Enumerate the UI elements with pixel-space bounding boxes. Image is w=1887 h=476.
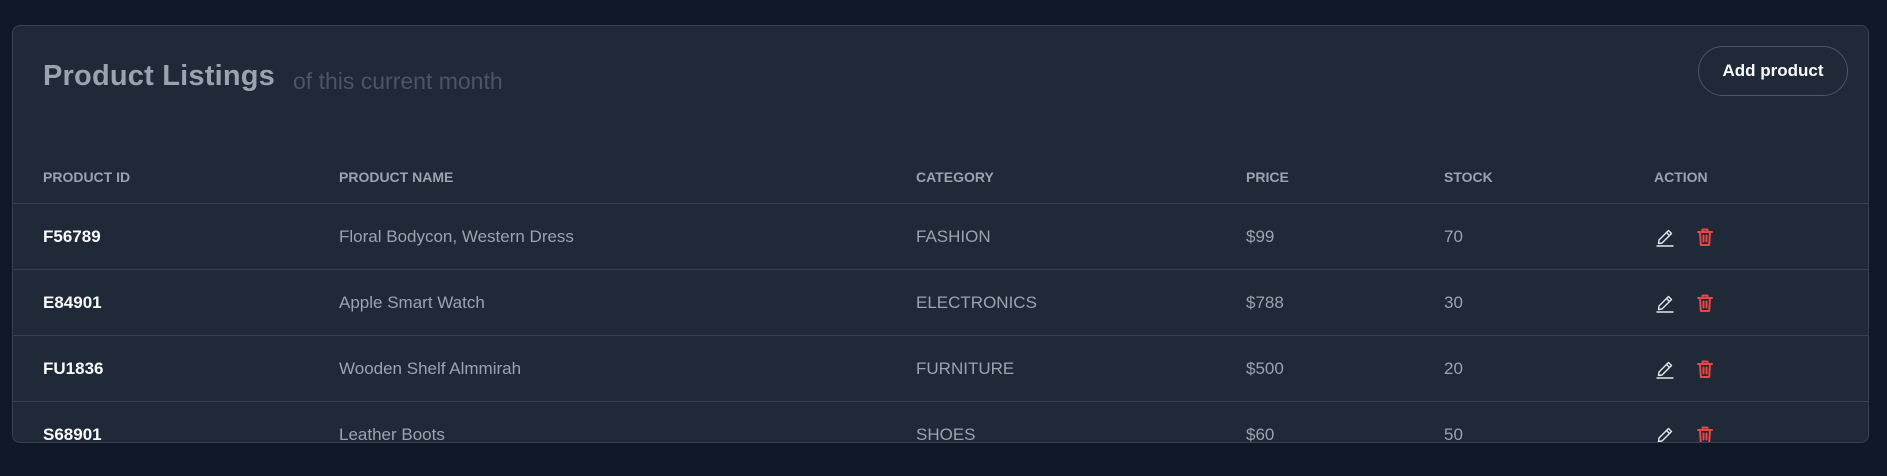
product-listings-card: Product Listings of this current month A… bbox=[12, 25, 1869, 443]
action-cell bbox=[1654, 335, 1868, 402]
column-header-product-id[interactable]: PRODUCT ID bbox=[13, 151, 339, 204]
trash-icon[interactable] bbox=[1694, 292, 1716, 314]
column-header-category[interactable]: CATEGORY bbox=[916, 151, 1246, 204]
card-header: Product Listings of this current month A… bbox=[43, 26, 1848, 156]
category-cell: FASHION bbox=[916, 203, 1246, 270]
price-cell: $99 bbox=[1246, 203, 1444, 270]
stock-cell: 50 bbox=[1444, 424, 1463, 443]
price-cell: $60 bbox=[1246, 424, 1275, 443]
category-cell: FURNITURE bbox=[916, 335, 1246, 402]
product-id-cell: F56789 bbox=[13, 203, 339, 270]
table-header-row: PRODUCT ID PRODUCT NAME CATEGORY PRICE S… bbox=[13, 151, 1868, 204]
row-actions bbox=[1654, 292, 1868, 314]
price-cell: $500 bbox=[1246, 335, 1444, 402]
table-row: E84901 Apple Smart Watch ELECTRONICS $78… bbox=[13, 269, 1868, 336]
row-actions bbox=[1654, 226, 1868, 248]
pencil-icon[interactable] bbox=[1654, 358, 1676, 380]
product-id-cell: E84901 bbox=[13, 269, 339, 336]
action-cell bbox=[1654, 402, 1868, 443]
row-actions bbox=[1654, 424, 1868, 443]
table-row: S68901 Leather Boots SHOES $60 50 bbox=[13, 402, 1868, 443]
stock-cell: 30 bbox=[1444, 269, 1654, 336]
add-product-button[interactable]: Add product bbox=[1698, 46, 1848, 96]
table-row: FU1836 Wooden Shelf Almmirah FURNITURE $… bbox=[13, 335, 1868, 402]
product-name-cell: Wooden Shelf Almmirah bbox=[339, 335, 916, 402]
page-subtitle: of this current month bbox=[293, 68, 503, 94]
product-name-cell: Apple Smart Watch bbox=[339, 269, 916, 336]
page-title: Product Listings bbox=[43, 60, 275, 92]
price-cell: $788 bbox=[1246, 269, 1444, 336]
stock-cell: 70 bbox=[1444, 203, 1654, 270]
product-id-cell: S68901 bbox=[43, 424, 102, 443]
trash-icon[interactable] bbox=[1694, 424, 1716, 442]
trash-icon[interactable] bbox=[1694, 358, 1716, 380]
trash-icon[interactable] bbox=[1694, 226, 1716, 248]
pencil-icon[interactable] bbox=[1654, 424, 1676, 443]
product-name-cell: Leather Boots bbox=[339, 424, 445, 443]
column-header-price[interactable]: PRICE bbox=[1246, 151, 1444, 204]
action-cell bbox=[1654, 203, 1868, 270]
product-id-cell: FU1836 bbox=[13, 335, 339, 402]
table-row: F56789 Floral Bodycon, Western Dress FAS… bbox=[13, 203, 1868, 270]
action-cell bbox=[1654, 269, 1868, 336]
product-name-cell: Floral Bodycon, Western Dress bbox=[339, 203, 916, 270]
category-cell: SHOES bbox=[916, 424, 976, 443]
pencil-icon[interactable] bbox=[1654, 292, 1676, 314]
row-actions bbox=[1654, 358, 1868, 380]
column-header-action: ACTION bbox=[1654, 151, 1868, 204]
stock-cell: 20 bbox=[1444, 335, 1654, 402]
column-header-product-name[interactable]: PRODUCT NAME bbox=[339, 151, 916, 204]
column-header-stock[interactable]: STOCK bbox=[1444, 151, 1654, 204]
pencil-icon[interactable] bbox=[1654, 226, 1676, 248]
product-table: PRODUCT ID PRODUCT NAME CATEGORY PRICE S… bbox=[13, 151, 1868, 443]
category-cell: ELECTRONICS bbox=[916, 269, 1246, 336]
